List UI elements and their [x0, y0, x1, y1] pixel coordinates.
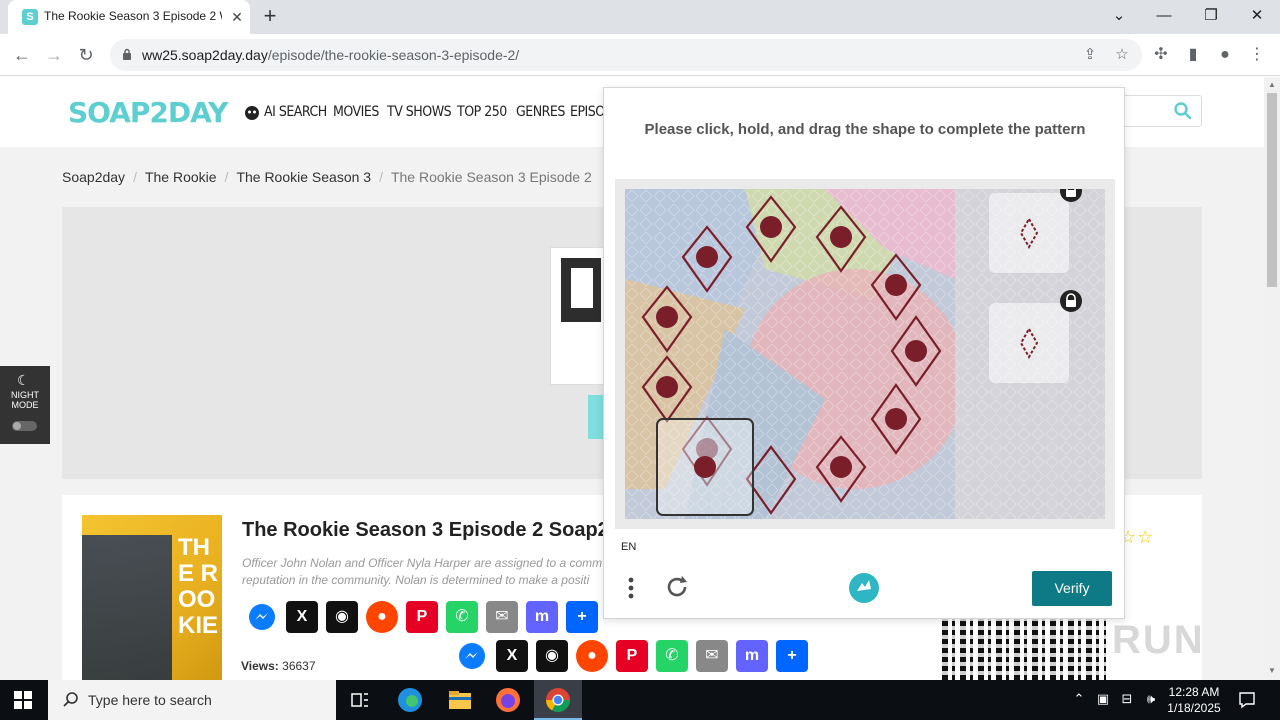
scroll-down-arrow-icon[interactable]: ▼ — [1267, 666, 1277, 676]
windows-start-icon[interactable] — [14, 691, 32, 709]
locked-option-1 — [989, 189, 1082, 273]
url-text: ww25.soap2day.day/episode/the-rookie-sea… — [142, 47, 520, 63]
generic-share-icon[interactable]: + — [776, 640, 808, 672]
whatsapp-share-icon[interactable]: ✆ — [656, 640, 688, 672]
file-explorer-icon[interactable] — [446, 686, 474, 714]
pinterest-share-icon[interactable]: P — [406, 601, 438, 633]
email-share-icon[interactable]: ✉ — [696, 640, 728, 672]
qr-code — [942, 618, 1106, 680]
x-share-icon[interactable]: X — [496, 640, 528, 672]
close-tab-icon[interactable]: ✕ — [228, 8, 246, 26]
messenger-share-icon[interactable] — [246, 601, 278, 633]
taskbar-search-box[interactable]: Type here to search — [48, 680, 336, 720]
site-favicon-icon: S — [22, 9, 38, 25]
moon-icon: ☾ — [17, 372, 30, 388]
nav-genres[interactable]: GENRES — [516, 104, 565, 120]
captcha-prompt: Please click, hold, and drag the shape t… — [644, 121, 1086, 138]
mastodon-share-icon[interactable]: m — [736, 640, 768, 672]
refresh-icon[interactable] — [664, 574, 690, 600]
forward-button[interactable]: → — [42, 43, 66, 67]
search-icon[interactable] — [1173, 101, 1193, 121]
x-share-icon[interactable]: X — [286, 601, 318, 633]
reddit-share-icon[interactable]: ● — [576, 640, 608, 672]
episode-poster: THE ROOKIE — [82, 515, 222, 680]
tray-device-icon[interactable]: ▣ — [1094, 691, 1112, 707]
minimize-button[interactable]: — — [1150, 4, 1178, 28]
draggable-shape-piece[interactable] — [656, 415, 754, 516]
nav-movies[interactable]: MOVIES — [333, 104, 379, 120]
bookmark-star-icon[interactable]: ☆ — [1112, 45, 1132, 65]
nav-tv-shows[interactable]: TV SHOWS — [387, 104, 452, 120]
lock-icon — [123, 48, 131, 60]
snapchat-share-icon[interactable]: ◉ — [536, 640, 568, 672]
site-logo[interactable]: SOAP2DAY — [68, 90, 228, 134]
ai-bot-icon — [245, 106, 259, 120]
side-panel-icon[interactable]: ▮ — [1182, 44, 1204, 66]
browser-tab-strip: S The Rookie Season 3 Episode 2 Watch ✕ … — [0, 0, 1280, 34]
address-bar[interactable]: ww25.soap2day.day/episode/the-rookie-sea… — [110, 39, 1142, 71]
firefox-icon[interactable] — [494, 686, 522, 714]
notifications-icon[interactable] — [1238, 691, 1256, 709]
locked-option-2 — [989, 290, 1082, 383]
edge-browser-icon[interactable] — [396, 686, 424, 714]
nav-episodes[interactable]: EPISO — [570, 104, 605, 120]
email-share-icon[interactable]: ✉ — [486, 601, 518, 633]
nav-top-250[interactable]: TOP 250 — [457, 104, 507, 120]
scroll-thumb[interactable] — [1267, 93, 1277, 287]
more-options-icon[interactable] — [626, 576, 636, 600]
tab-title: The Rookie Season 3 Episode 2 Watch — [44, 9, 222, 23]
language-selector[interactable]: EN — [621, 541, 636, 553]
hcaptcha-logo-icon — [849, 573, 879, 603]
nav-ai-search[interactable]: AI SEARCH — [264, 104, 327, 120]
captcha-puzzle-image[interactable] — [625, 189, 1105, 519]
tab-search-chevron-icon[interactable]: ⌄ — [1105, 4, 1133, 28]
chrome-menu-icon[interactable]: ⋮ — [1246, 44, 1268, 66]
views-count: Views: 36637 — [241, 659, 316, 673]
captcha-dialog: Please click, hold, and drag the shape t… — [603, 87, 1125, 619]
night-mode-widget[interactable]: ☾ NIGHT MODE — [0, 366, 50, 444]
new-tab-button[interactable]: + — [258, 5, 282, 29]
search-icon — [63, 692, 78, 707]
network-icon[interactable]: ⊟ — [1118, 691, 1136, 707]
breadcrumb-show[interactable]: The Rookie — [145, 169, 217, 185]
player-placeholder — [550, 247, 610, 385]
chrome-icon — [546, 688, 570, 713]
volume-icon[interactable]: 🕪 — [1142, 691, 1160, 707]
night-mode-toggle[interactable] — [12, 421, 37, 431]
watermark: RUN — [1112, 618, 1205, 662]
extensions-puzzle-icon[interactable]: ✣ — [1150, 44, 1172, 66]
close-window-button[interactable]: ✕ — [1243, 4, 1271, 28]
profile-avatar-icon[interactable]: ● — [1214, 44, 1236, 66]
pinterest-share-icon[interactable]: P — [616, 640, 648, 672]
snapchat-share-icon[interactable]: ◉ — [326, 601, 358, 633]
messenger-share-icon[interactable] — [456, 640, 488, 672]
verify-button[interactable]: Verify — [1032, 571, 1112, 606]
breadcrumb-home[interactable]: Soap2day — [62, 169, 125, 185]
restore-button[interactable]: ❐ — [1197, 4, 1225, 28]
chrome-taskbar-button[interactable] — [534, 680, 582, 720]
rating-stars[interactable]: ☆☆ — [1120, 527, 1154, 548]
breadcrumb-season[interactable]: The Rookie Season 3 — [236, 169, 371, 185]
browser-toolbar: ← → ↻ ww25.soap2day.day/episode/the-rook… — [0, 34, 1280, 76]
task-view-icon[interactable] — [346, 686, 374, 714]
mastodon-share-icon[interactable]: m — [526, 601, 558, 633]
breadcrumb-current: The Rookie Season 3 Episode 2 — [390, 169, 592, 185]
back-button[interactable]: ← — [10, 43, 34, 67]
reddit-share-icon[interactable]: ● — [366, 601, 398, 633]
reload-button[interactable]: ↻ — [74, 43, 98, 67]
breadcrumb: Soap2day / The Rookie / The Rookie Season 3/… — [62, 169, 592, 185]
whatsapp-share-icon[interactable]: ✆ — [446, 601, 478, 633]
scroll-up-arrow-icon[interactable]: ▲ — [1267, 80, 1277, 90]
episode-title: The Rookie Season 3 Episode 2 Soap2 — [242, 519, 609, 541]
episode-description: Officer John Nolan and Officer Nyla Harp… — [242, 556, 603, 587]
browser-tab-active[interactable]: S The Rookie Season 3 Episode 2 Watch ✕ — [8, 0, 250, 34]
captcha-frame — [615, 179, 1115, 529]
generic-share-icon[interactable]: + — [566, 601, 598, 633]
windows-taskbar: Type here to search ⌃ ▣ ⊟ 🕪 12:28 AM 1/1… — [0, 680, 1280, 720]
share-page-icon[interactable]: ⇪ — [1080, 45, 1100, 65]
system-clock[interactable]: 12:28 AM 1/18/2025 — [1166, 684, 1222, 716]
tray-overflow-chevron-icon[interactable]: ⌃ — [1070, 691, 1088, 707]
page-scrollbar[interactable]: ▲ ▼ — [1264, 77, 1280, 680]
